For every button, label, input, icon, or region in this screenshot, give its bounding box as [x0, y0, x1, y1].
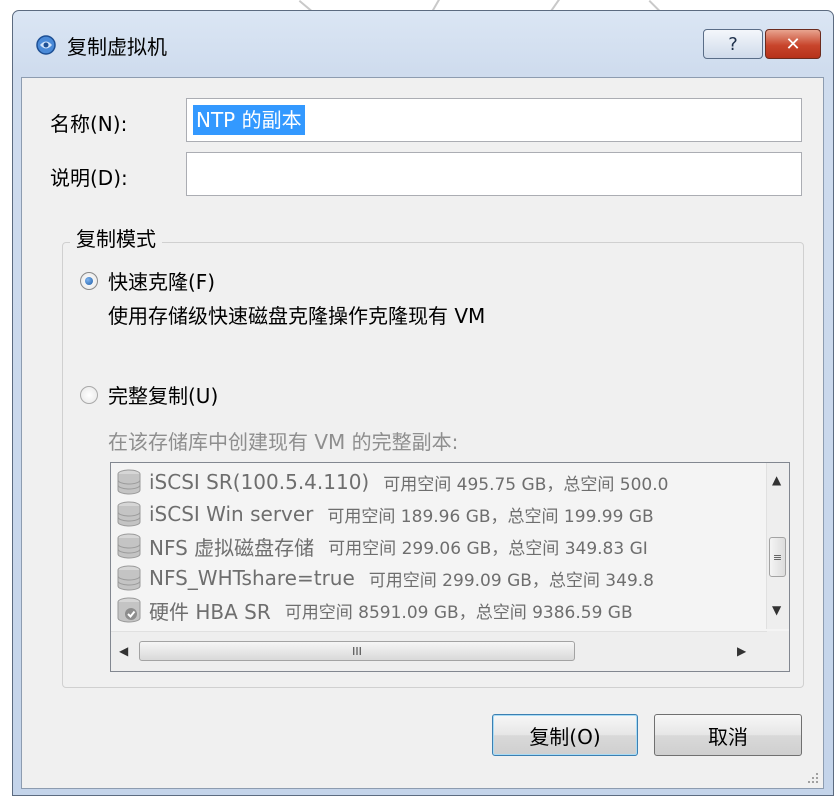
storage-info: 可用空间 8591.09 GB，总空间 9386.59 GB	[284, 602, 633, 623]
title-bar[interactable]: 复制虚拟机 ? ✕	[13, 11, 833, 77]
scroll-down-icon[interactable]: ▼	[772, 603, 781, 617]
copy-vm-dialog: 复制虚拟机 ? ✕ 名称(N): NTP 的副本 说明(D): 复制模式 快速克…	[12, 10, 834, 796]
fast-clone-label[interactable]: 快速克隆(F)	[108, 266, 215, 295]
dialog-body: 名称(N): NTP 的副本 说明(D): 复制模式 快速克隆(F) 使用存储级…	[21, 77, 824, 789]
name-input[interactable]	[186, 98, 802, 142]
name-label: 名称(N):	[50, 112, 128, 136]
disk-stack-icon	[117, 469, 141, 495]
storage-name: 硬件 HBA SR	[149, 599, 271, 624]
help-button[interactable]: ?	[703, 29, 763, 59]
storage-repository-list[interactable]: iSCSI SR(100.5.4.110) 可用空间 495.75 GB，总空间…	[110, 462, 790, 672]
disk-stack-icon	[117, 533, 141, 559]
storage-info: 可用空间 299.09 GB，总空间 349.8	[368, 570, 654, 591]
xen-app-icon	[36, 35, 56, 55]
description-label: 说明(D):	[50, 166, 128, 190]
full-copy-description: 在该存储库中创建现有 VM 的完整副本:	[108, 430, 459, 454]
list-item[interactable]: iSCSI SR(100.5.4.110) 可用空间 495.75 GB，总空间…	[115, 467, 765, 497]
vertical-scroll-thumb[interactable]: ≡	[769, 537, 786, 577]
storage-name: iSCSI SR(100.5.4.110)	[149, 470, 370, 494]
disk-stack-icon	[117, 501, 141, 527]
disk-check-icon	[117, 597, 141, 623]
scrollbar-corner	[767, 631, 789, 671]
fast-clone-description: 使用存储级快速磁盘克隆操作克隆现有 VM	[108, 304, 486, 328]
resize-grip-icon[interactable]	[805, 770, 819, 784]
help-icon: ?	[728, 33, 738, 55]
disk-stack-icon	[117, 565, 141, 591]
storage-info: 可用空间 299.06 GB，总空间 349.83 GI	[328, 538, 648, 559]
list-item[interactable]: iSCSI Win server 可用空间 189.96 GB，总空间 199.…	[115, 499, 765, 529]
full-copy-radio[interactable]	[80, 386, 98, 404]
list-item[interactable]: NFS_WHTshare=true 可用空间 299.09 GB，总空间 349…	[115, 563, 765, 593]
cancel-button[interactable]: 取消	[654, 714, 802, 756]
horizontal-scrollbar[interactable]: ◀ III ▶	[111, 631, 767, 671]
close-button[interactable]: ✕	[765, 29, 821, 59]
copy-button[interactable]: 复制(O)	[492, 714, 638, 756]
scroll-up-icon[interactable]: ▲	[772, 473, 781, 487]
close-icon: ✕	[785, 33, 801, 55]
list-item[interactable]: NFS 虚拟磁盘存储 可用空间 299.06 GB，总空间 349.83 GI	[115, 531, 765, 561]
storage-name: NFS_WHTshare=true	[149, 566, 355, 590]
copy-mode-group-title: 复制模式	[70, 223, 162, 252]
grip-icon: ≡	[772, 550, 783, 564]
scroll-right-icon[interactable]: ▶	[737, 644, 746, 658]
description-input[interactable]	[186, 152, 802, 196]
storage-info: 可用空间 189.96 GB，总空间 199.99 GB	[327, 506, 654, 527]
scroll-left-icon[interactable]: ◀	[119, 644, 128, 658]
grip-icon: III	[352, 644, 362, 658]
storage-name: iSCSI Win server	[149, 502, 314, 526]
full-copy-label[interactable]: 完整复制(U)	[108, 380, 218, 409]
storage-name: NFS 虚拟磁盘存储	[149, 535, 315, 560]
horizontal-scroll-thumb[interactable]: III	[139, 641, 575, 661]
window-title: 复制虚拟机	[67, 35, 167, 59]
list-item[interactable]: 硬件 HBA SR 可用空间 8591.09 GB，总空间 9386.59 GB	[115, 595, 765, 625]
fast-clone-radio[interactable]	[80, 272, 98, 290]
vertical-scrollbar[interactable]: ▲ ≡ ▼	[766, 463, 789, 629]
storage-info: 可用空间 495.75 GB，总空间 500.0	[383, 474, 669, 495]
